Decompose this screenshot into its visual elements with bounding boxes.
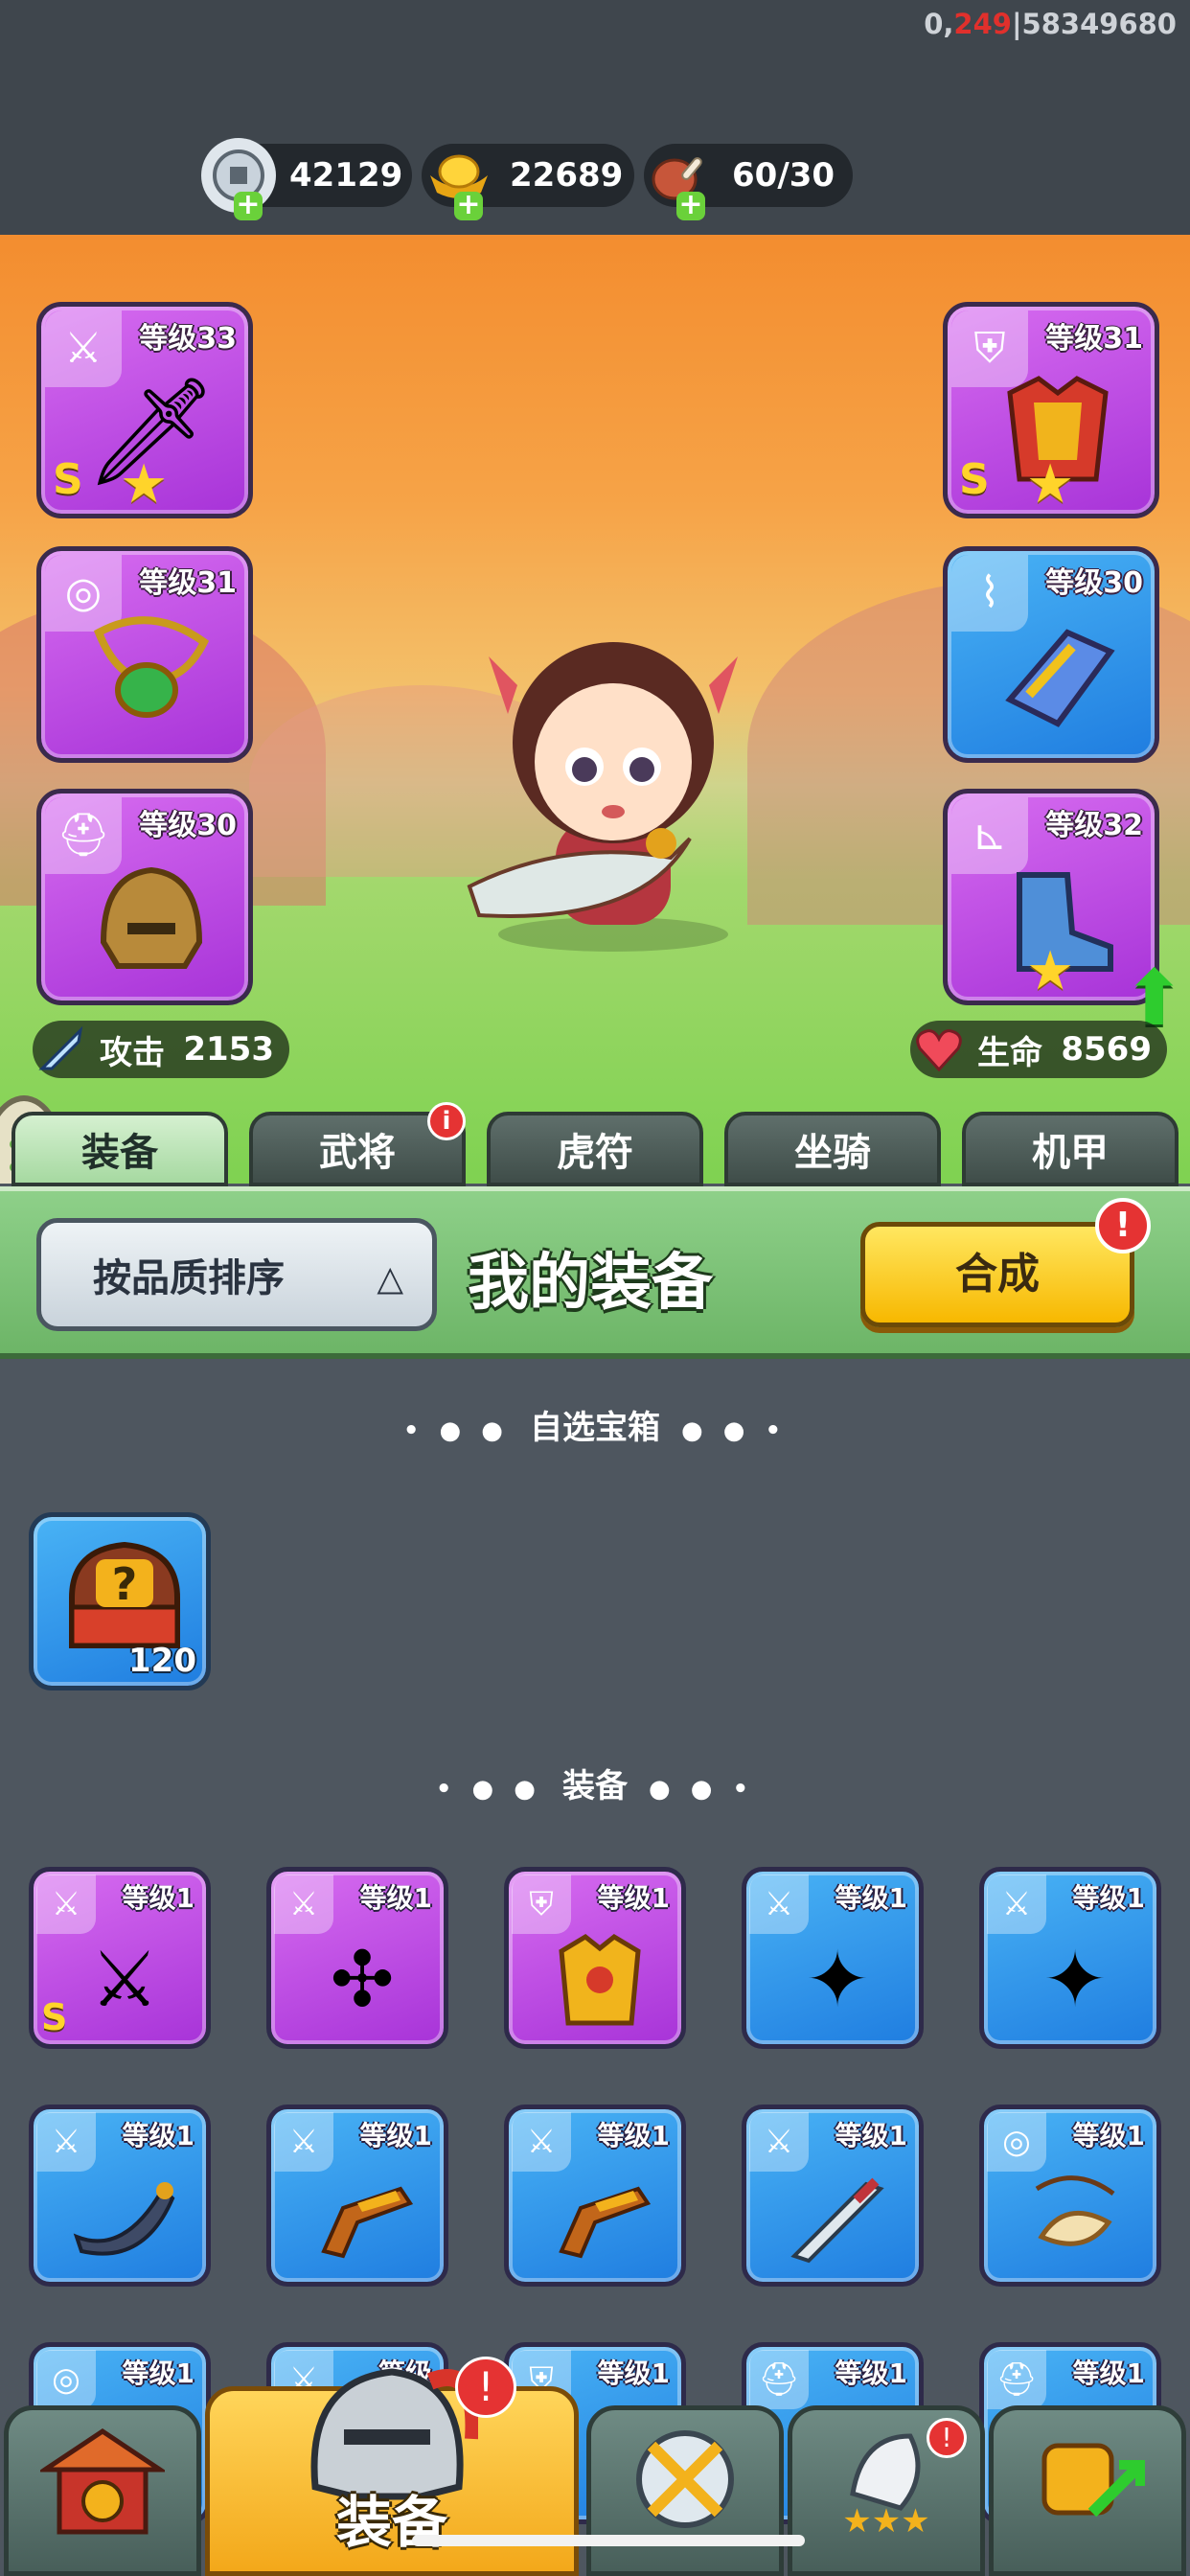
- palace-gate-icon: [36, 2417, 169, 2564]
- broadsword-icon: [766, 2157, 909, 2277]
- section-header-equipment: • ● ● 装备 ● ● •: [435, 1767, 755, 1806]
- attack-label: 攻击: [100, 1033, 165, 1072]
- bottom-navigation: 装备 ! ★★★ !: [0, 2357, 1190, 2576]
- golden-gun-icon: [528, 2157, 672, 2277]
- slot-level: 等级33: [139, 322, 237, 356]
- silver-value: 42129: [289, 156, 403, 195]
- silver-counter[interactable]: + 42129: [201, 138, 412, 220]
- star-icon: ★: [120, 453, 169, 516]
- dots-decoration-icon: ● ● •: [681, 1416, 788, 1445]
- add-stamina-button[interactable]: +: [676, 191, 705, 220]
- dots-decoration-icon: ● ● •: [649, 1775, 755, 1804]
- category-tabs: 装备 武将 i 虎符 坐骑 机甲: [0, 1102, 1190, 1186]
- attack-sword-icon: [33, 1021, 90, 1078]
- slot-level: 等级31: [139, 566, 237, 600]
- horn-amulet-icon: [1003, 2157, 1147, 2277]
- gold-value: 22689: [510, 156, 624, 195]
- debug-readout: 0,249|58349680: [924, 8, 1177, 40]
- dots-decoration-icon: • ● ●: [402, 1416, 509, 1445]
- gold-counter[interactable]: + 22689: [422, 144, 634, 220]
- equip-slot-helmet[interactable]: ⛑ 等级30: [36, 789, 253, 1005]
- alert-badge: !: [1095, 1198, 1151, 1254]
- golden-helmet-icon: [70, 841, 233, 995]
- tab-mecha[interactable]: 机甲: [962, 1112, 1179, 1186]
- golden-gun-icon: [290, 2157, 434, 2277]
- equipment-panel-header: 按品质排序 △ 我的装备 合成 !: [0, 1186, 1190, 1359]
- info-badge: i: [427, 1102, 466, 1140]
- svg-text:★★★: ★★★: [842, 2502, 929, 2541]
- svg-text:?: ?: [112, 1558, 138, 1610]
- equip-slot-bracer[interactable]: ⌇ 等级30: [943, 546, 1159, 763]
- inventory-item[interactable]: ⚔ 等级1 ✦: [979, 1867, 1161, 2049]
- tab-mounts[interactable]: 坐骑: [724, 1112, 941, 1186]
- hp-stat: 生命 8569: [910, 1021, 1167, 1078]
- merge-button[interactable]: 合成 !: [860, 1198, 1151, 1327]
- inventory-item[interactable]: ⚔ 等级1: [29, 2104, 211, 2287]
- dots-decoration-icon: • ● ●: [435, 1775, 541, 1804]
- alert-badge: !: [455, 2357, 516, 2418]
- stamina-counter[interactable]: + 60/30: [644, 144, 853, 220]
- stamina-value: 60/30: [732, 156, 835, 195]
- attack-value: 2153: [183, 1030, 274, 1069]
- nav-equipment[interactable]: 装备 !: [205, 2357, 579, 2576]
- section-header-chest: • ● ● 自选宝箱 ● ● •: [402, 1409, 788, 1447]
- slot-level: 等级30: [139, 809, 237, 842]
- inventory-item[interactable]: ⚔ 等级1 ✦: [742, 1867, 924, 2049]
- gold-armor-icon: [528, 1920, 672, 2039]
- nav-upgrade[interactable]: [989, 2405, 1186, 2576]
- sort-label: 按品质排序: [93, 1256, 285, 1300]
- triangle-up-icon: △: [377, 1259, 403, 1299]
- inventory-item[interactable]: ⛨ 等级1: [504, 1867, 686, 2049]
- game-screen: { "debug": {"prefix": "0,", "highlight":…: [0, 0, 1190, 2576]
- alert-badge: !: [927, 2418, 967, 2458]
- jade-amulet-icon: [70, 599, 233, 752]
- add-gold-button[interactable]: +: [454, 191, 483, 220]
- inventory-item[interactable]: ⚔ 等级1: [266, 2104, 448, 2287]
- grade-badge: S: [959, 455, 990, 504]
- selectable-chest-item[interactable]: ? 120: [29, 1512, 211, 1690]
- equip-slot-weapon[interactable]: ⚔ 等级33 🗡 S ★: [36, 302, 253, 518]
- shuriken-icon: ✦: [805, 1935, 870, 2024]
- star-icon: ★: [1026, 453, 1075, 516]
- curved-blade-icon: [53, 2157, 196, 2277]
- hero-character[interactable]: [450, 599, 776, 963]
- add-silver-button[interactable]: +: [234, 191, 263, 220]
- hero-scene: ⚔ 等级33 🗡 S ★ ◎ 等级31 ⛑ 等级30 ⛨ 等级31 S ★ ⌇ …: [0, 235, 1190, 1184]
- slot-level: 等级30: [1045, 566, 1143, 600]
- star-icon: ★: [1026, 940, 1075, 1002]
- nav-palace[interactable]: [4, 2405, 201, 2576]
- equip-slot-medal[interactable]: ◎ 等级31: [36, 546, 253, 763]
- tab-generals[interactable]: 武将 i: [249, 1102, 466, 1186]
- nav-generals[interactable]: ★★★ !: [788, 2405, 985, 2576]
- home-indicator: [412, 2535, 805, 2546]
- top-bar: 0,249|58349680 + 42129 + 22689 + 60/30: [0, 0, 1190, 235]
- blue-bracer-icon: [976, 599, 1139, 752]
- item-count: 120: [128, 1642, 196, 1680]
- heart-icon: [910, 1021, 968, 1078]
- nav-battle[interactable]: [586, 2405, 784, 2576]
- inventory-item[interactable]: ⚔ 等级1: [742, 2104, 924, 2287]
- equip-slot-armor[interactable]: ⛨ 等级31 S ★: [943, 302, 1159, 518]
- hp-label: 生命: [977, 1033, 1042, 1072]
- sort-by-quality-dropdown[interactable]: 按品质排序 △: [36, 1218, 437, 1331]
- slot-level: 等级32: [1045, 809, 1143, 842]
- inventory-item[interactable]: ⚔ 等级1 ✣: [266, 1867, 448, 2049]
- hp-value: 8569: [1061, 1030, 1152, 1069]
- tab-tiger-tally[interactable]: 虎符: [487, 1112, 703, 1186]
- tab-equipment[interactable]: 装备: [11, 1112, 228, 1186]
- upgrade-fist-icon: [1025, 2417, 1150, 2564]
- inventory-item[interactable]: ◎ 等级1: [979, 2104, 1161, 2287]
- grade-badge: S: [53, 455, 83, 504]
- inventory-item[interactable]: ⚔ 等级1: [504, 2104, 686, 2287]
- slot-level: 等级31: [1045, 322, 1143, 356]
- crossed-swords-icon: ⚔: [90, 1935, 159, 2024]
- tri-blade-icon: ✣: [330, 1935, 395, 2024]
- shuriken-icon: ✦: [1042, 1935, 1108, 2024]
- inventory-item[interactable]: ⚔ 等级1 ⚔ S: [29, 1867, 211, 2049]
- panel-title: 我的装备: [468, 1248, 713, 1319]
- attack-stat: 攻击 2153: [33, 1021, 289, 1078]
